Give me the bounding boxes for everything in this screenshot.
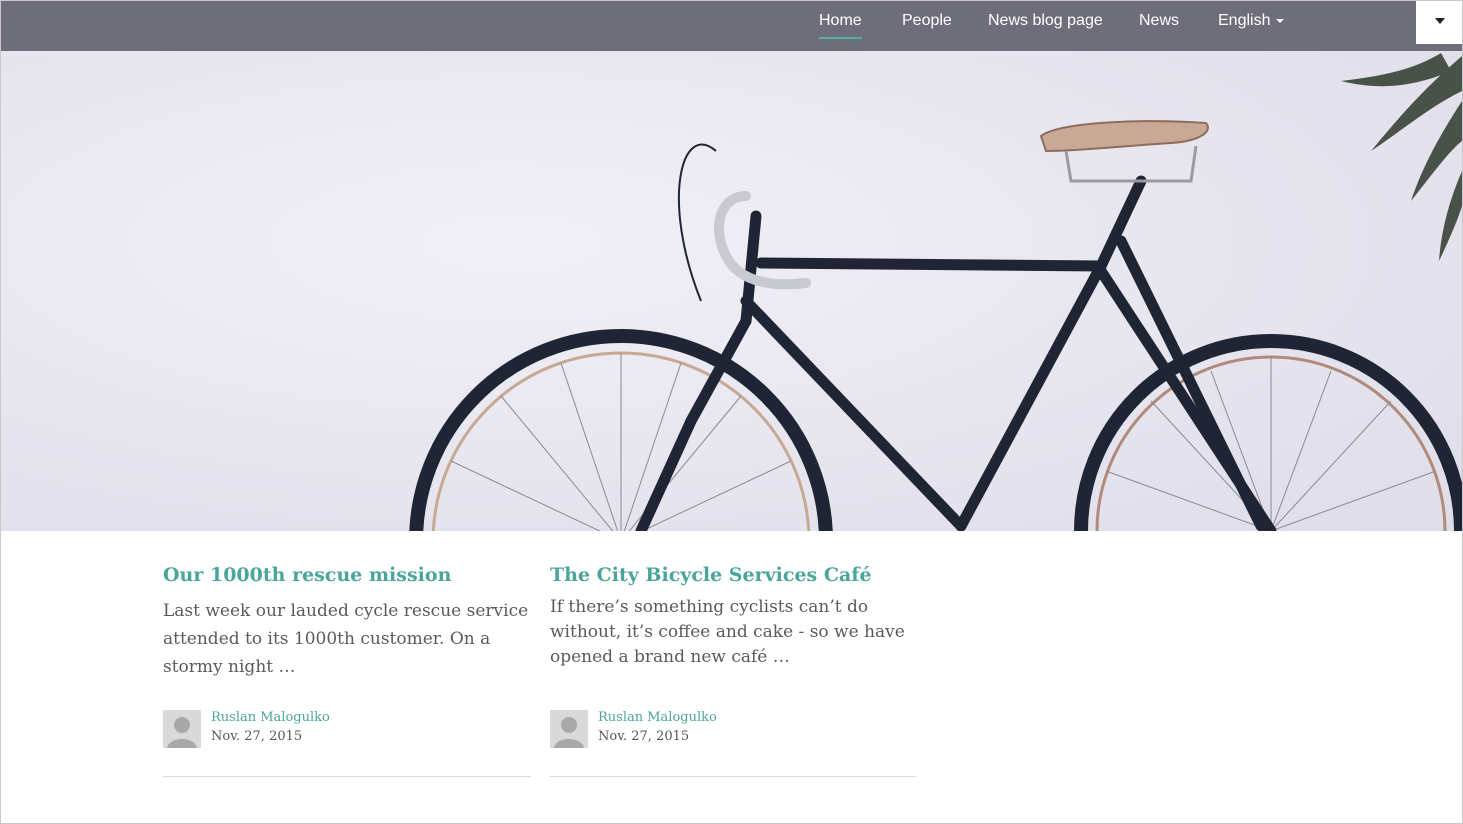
post-lead: If there’s something cyclists can’t do w… — [550, 597, 905, 667]
caret-down-icon — [1276, 18, 1285, 23]
avatar — [550, 710, 588, 748]
post-meta: Ruslan Malogulko Nov. 27, 2015 — [163, 710, 531, 750]
nav-item-news-blog-page[interactable]: News blog page — [988, 12, 1103, 30]
post-title-link[interactable]: Our 1000th rescue mission — [163, 561, 531, 589]
post-date: Nov. 27, 2015 — [598, 729, 690, 744]
hero-image — [1, 51, 1462, 531]
cms-toolbar-toggle-button[interactable] — [1416, 1, 1462, 44]
nav-item-home[interactable]: Home — [819, 12, 862, 39]
triangle-down-icon — [1435, 18, 1445, 24]
language-label: English — [1218, 12, 1271, 29]
post-date: Nov. 27, 2015 — [211, 729, 303, 744]
author-link[interactable]: Ruslan Malogulko — [598, 710, 717, 725]
nav-item-people[interactable]: People — [902, 12, 952, 30]
bicycle-illustration — [1, 51, 1462, 531]
post-lead: Last week our lauded cycle rescue servic… — [163, 601, 529, 677]
post-card: Our 1000th rescue mission Last week our … — [163, 561, 531, 681]
language-dropdown[interactable]: English — [1218, 12, 1285, 30]
nav-item-news[interactable]: News — [1139, 12, 1179, 30]
user-placeholder-icon — [163, 710, 201, 748]
avatar — [163, 710, 201, 748]
post-title-link[interactable]: The City Bicycle Services Café — [550, 561, 920, 589]
browser-viewport: Home People News blog page News English — [0, 0, 1463, 824]
user-placeholder-icon — [550, 710, 588, 748]
post-meta: Ruslan Malogulko Nov. 27, 2015 — [550, 710, 918, 750]
divider — [163, 776, 531, 777]
top-navbar: Home People News blog page News English — [1, 1, 1462, 51]
author-link[interactable]: Ruslan Malogulko — [211, 710, 330, 725]
post-card: The City Bicycle Services Café If there’… — [550, 561, 920, 670]
divider — [550, 776, 916, 777]
